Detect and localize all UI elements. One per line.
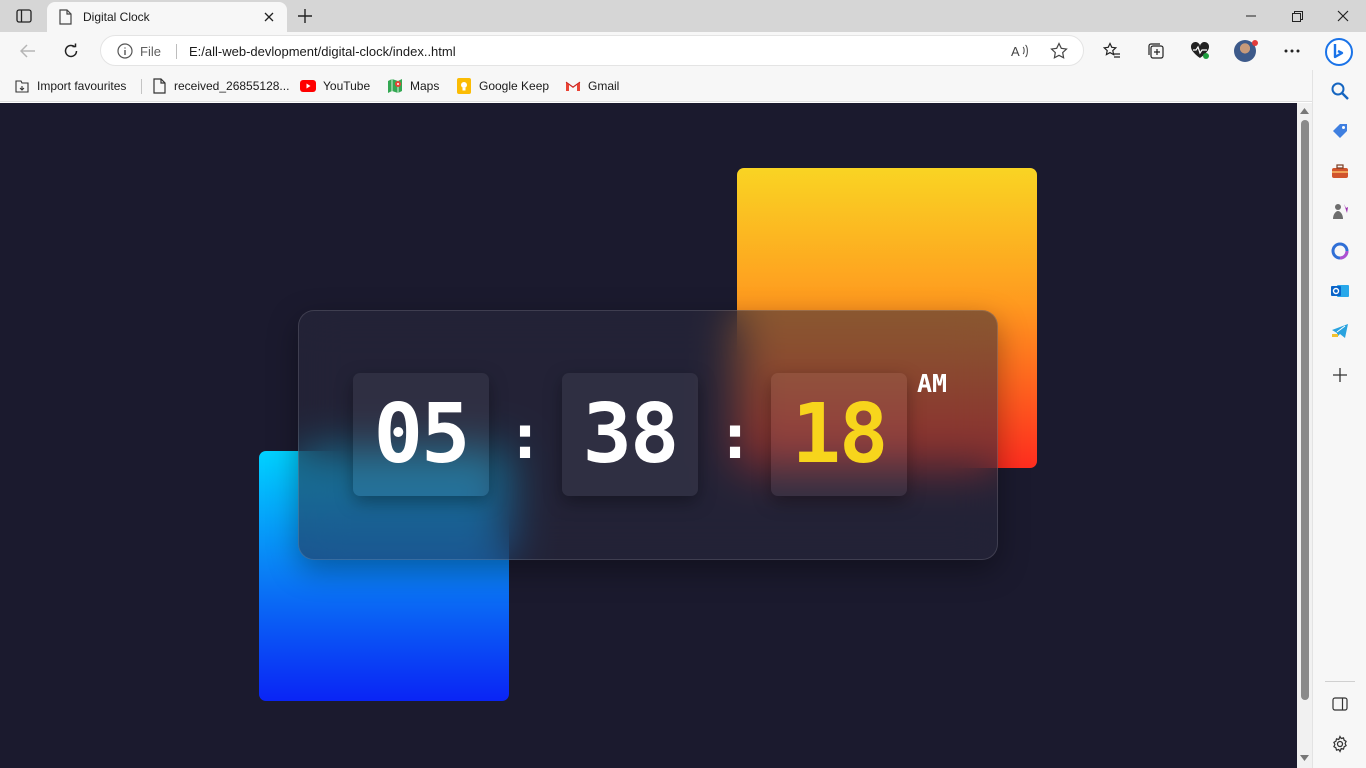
more-options-icon[interactable] xyxy=(1278,37,1306,65)
tab-digital-clock[interactable]: Digital Clock xyxy=(47,2,287,32)
favorite-star-icon[interactable] xyxy=(1048,40,1070,62)
bookmark-gmail[interactable]: Gmail xyxy=(565,76,619,96)
bookmark-label: Gmail xyxy=(588,79,620,93)
file-icon xyxy=(151,78,167,94)
telegram-icon[interactable] xyxy=(1328,319,1352,343)
hours-box: 05 xyxy=(353,373,489,496)
minutes-box: 38 xyxy=(562,373,698,496)
bookmarks-bar: Import favourites received_26855128... Y… xyxy=(0,70,1312,102)
page-viewport: 05 : 38 : 18 AM xyxy=(0,103,1297,768)
back-icon[interactable] xyxy=(14,37,42,65)
bookmark-label: YouTube xyxy=(323,79,371,93)
bookmark-received-file[interactable]: received_26855128... xyxy=(151,76,289,96)
keep-icon xyxy=(456,78,472,94)
address-separator xyxy=(176,44,177,59)
split-screen-icon[interactable] xyxy=(1328,692,1352,716)
minimize-icon[interactable] xyxy=(1228,0,1274,32)
read-aloud-icon[interactable]: A xyxy=(1009,40,1031,62)
url-text[interactable]: E:/all-web-devlopment/digital-clock/inde… xyxy=(189,44,456,59)
seconds-box: 18 xyxy=(771,373,907,496)
gmail-icon xyxy=(565,78,581,94)
import-icon xyxy=(14,78,30,94)
refresh-icon[interactable] xyxy=(57,37,85,65)
address-bar[interactable]: File E:/all-web-devlopment/digital-clock… xyxy=(100,35,1084,66)
bookmarks-separator xyxy=(141,79,142,94)
info-icon xyxy=(117,43,133,59)
bookmark-label: received_26855128... xyxy=(174,79,290,93)
games-icon[interactable] xyxy=(1328,199,1352,223)
youtube-icon xyxy=(300,78,316,94)
settings-icon[interactable] xyxy=(1328,732,1352,756)
bookmark-maps[interactable]: Maps xyxy=(387,76,439,96)
new-tab-icon[interactable] xyxy=(294,5,316,27)
minutes-seconds-separator: : xyxy=(716,399,754,473)
bookmark-label: Import favourites xyxy=(37,79,127,93)
site-info-label: File xyxy=(140,43,161,59)
close-tab-icon[interactable] xyxy=(259,7,279,27)
hours-minutes-separator: : xyxy=(506,399,544,473)
search-icon[interactable] xyxy=(1328,79,1352,103)
notification-dot xyxy=(1252,40,1258,46)
page-scrollbar[interactable] xyxy=(1297,103,1312,768)
bookmark-youtube[interactable]: YouTube xyxy=(300,76,370,96)
add-icon[interactable] xyxy=(1328,363,1352,387)
bookmark-import-favourites[interactable]: Import favourites xyxy=(14,76,126,96)
tab-title: Digital Clock xyxy=(83,10,150,24)
scroll-up-icon[interactable] xyxy=(1299,106,1310,116)
bookmark-label: Google Keep xyxy=(479,79,550,93)
restore-icon[interactable] xyxy=(1274,0,1320,32)
page-icon xyxy=(59,9,73,25)
browser-toolbar: File E:/all-web-devlopment/digital-clock… xyxy=(0,32,1366,70)
favorites-icon[interactable] xyxy=(1098,37,1126,65)
office-icon[interactable] xyxy=(1328,239,1352,263)
sidebar-divider xyxy=(1325,681,1355,682)
copilot-icon[interactable] xyxy=(1323,36,1355,68)
maps-icon xyxy=(387,78,403,94)
toolbox-icon[interactable] xyxy=(1328,159,1352,183)
svg-text:A: A xyxy=(1011,44,1020,59)
outlook-icon[interactable] xyxy=(1328,279,1352,303)
browser-essentials-icon[interactable] xyxy=(1186,37,1214,65)
shopping-tag-icon[interactable] xyxy=(1328,119,1352,143)
clock-glass-panel: 05 : 38 : 18 AM xyxy=(298,310,998,560)
collections-icon[interactable] xyxy=(1142,37,1170,65)
scroll-down-icon[interactable] xyxy=(1299,753,1310,763)
title-bar: Digital Clock xyxy=(0,0,1366,32)
edge-sidebar xyxy=(1312,70,1366,768)
bookmark-label: Maps xyxy=(410,79,440,93)
am-pm-label: AM xyxy=(917,369,948,398)
bookmark-google-keep[interactable]: Google Keep xyxy=(456,76,549,96)
tab-actions-icon[interactable] xyxy=(12,7,36,25)
scrollbar-thumb[interactable] xyxy=(1301,120,1309,700)
site-info-button[interactable]: File xyxy=(117,41,161,61)
close-window-icon[interactable] xyxy=(1320,0,1366,32)
